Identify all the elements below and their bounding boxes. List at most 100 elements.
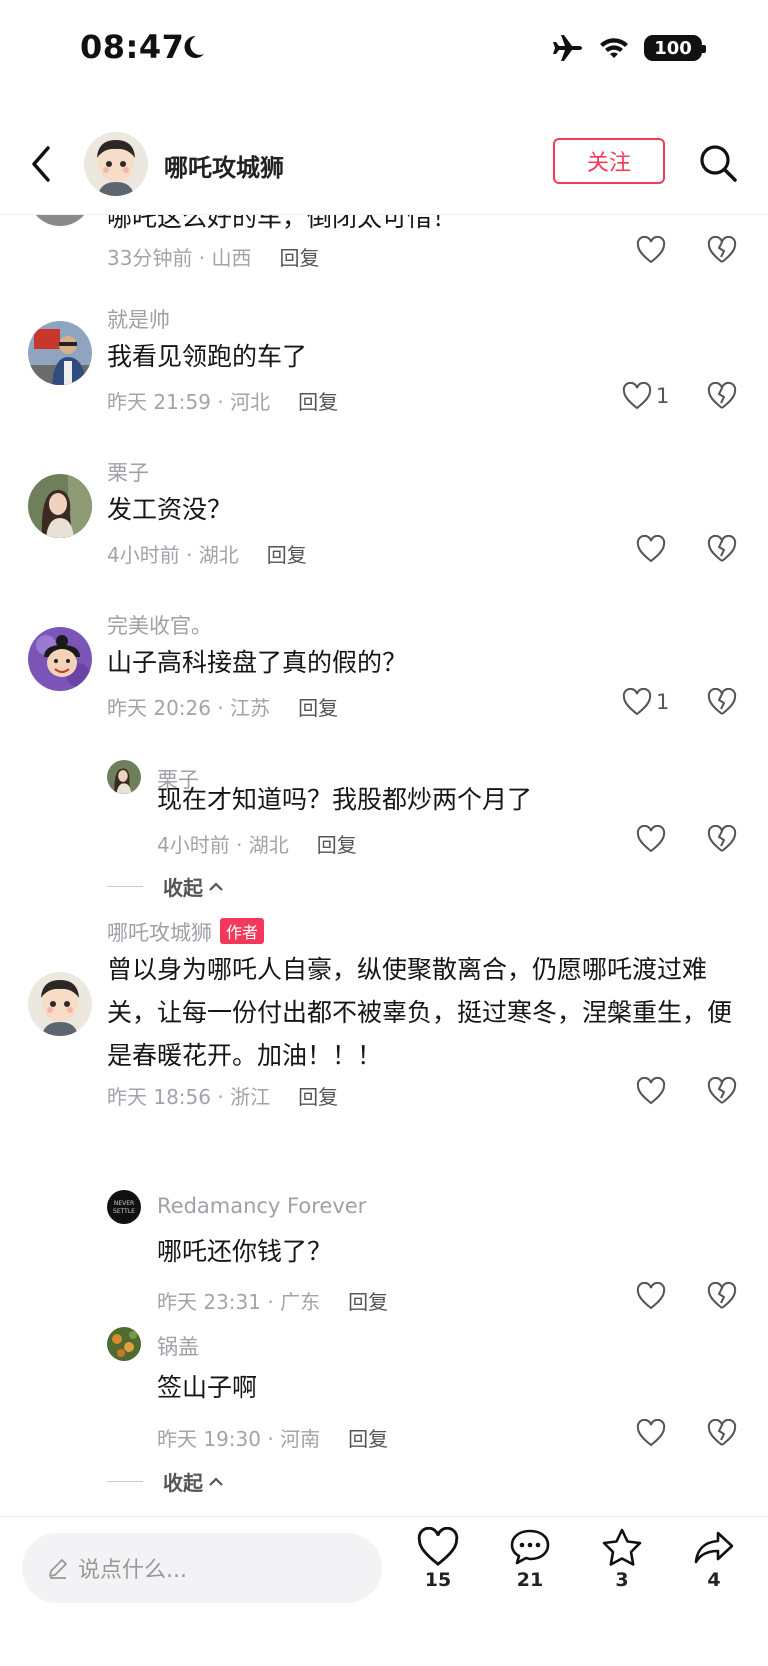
status-icons: 100	[552, 34, 706, 62]
comment-button[interactable]: 21	[500, 1527, 560, 1591]
heart-icon	[636, 1419, 666, 1447]
moon-icon	[184, 35, 204, 58]
follow-button[interactable]: 关注	[553, 138, 665, 184]
battery-indicator: 100	[644, 35, 706, 61]
username[interactable]: 就是帅	[107, 304, 170, 334]
comment-count: 21	[516, 1569, 544, 1591]
username[interactable]: 栗子	[107, 457, 149, 487]
like-button[interactable]	[636, 1282, 666, 1310]
reply-button[interactable]: 回复	[298, 696, 338, 720]
comment-meta: 33分钟前 · 山西 回复	[107, 242, 320, 271]
divider-line	[107, 886, 143, 887]
comment-input-placeholder: 说点什么...	[78, 1558, 187, 1583]
like-button[interactable]: 1	[622, 688, 669, 716]
username[interactable]: 完美收官。	[107, 610, 212, 640]
comment-meta: 4小时前 · 湖北 回复	[107, 539, 307, 568]
heart-icon	[636, 1077, 666, 1105]
heart-icon	[636, 535, 666, 563]
comment-icon	[510, 1529, 550, 1565]
pencil-icon	[49, 1559, 67, 1579]
comment-time-location: 4小时前 · 湖北	[107, 543, 239, 567]
comment-list[interactable]: 哪吒这么好的车，倒闭太可惜！ 33分钟前 · 山西 回复 就是帅 我看见领跑的车了…	[0, 214, 768, 1516]
like-post-button[interactable]: 15	[408, 1527, 468, 1591]
reply-button[interactable]: 回复	[267, 543, 307, 567]
like-button[interactable]	[636, 825, 666, 853]
like-button[interactable]: 1	[622, 382, 669, 410]
share-count: 4	[707, 1569, 721, 1591]
like-button[interactable]	[636, 236, 666, 264]
heart-icon	[636, 825, 666, 853]
star-icon	[602, 1528, 642, 1566]
username[interactable]: 哪吒攻城狮 作者	[107, 917, 265, 947]
author-badge: 作者	[220, 918, 265, 944]
broken-heart-icon[interactable]	[707, 1282, 737, 1310]
reply-button[interactable]: 回复	[280, 246, 320, 270]
broken-heart-icon[interactable]	[707, 1077, 737, 1105]
comment-time-location: 昨天 18:56 · 浙江	[107, 1085, 271, 1109]
broken-heart-icon[interactable]	[707, 688, 737, 716]
comment-meta: 昨天 21:59 · 河北 回复	[107, 386, 338, 415]
share-button[interactable]: 4	[684, 1527, 744, 1591]
broken-heart-icon[interactable]	[707, 825, 737, 853]
like-count: 15	[424, 1569, 452, 1591]
comment-text: 发工资没？	[107, 495, 233, 524]
comment-time-location: 昨天 20:26 · 江苏	[107, 696, 271, 720]
comment-text: 我看见领跑的车了	[107, 342, 308, 371]
heart-icon	[622, 382, 652, 410]
wifi-icon	[600, 38, 628, 58]
collapse-replies-button[interactable]: 收起	[107, 1467, 225, 1496]
comment-input[interactable]: 说点什么...	[22, 1533, 382, 1603]
username[interactable]: 锅盖	[157, 1331, 199, 1361]
author-name[interactable]: 哪吒攻城狮	[164, 148, 284, 183]
like-count: 1	[656, 690, 670, 714]
author-avatar[interactable]	[84, 132, 148, 196]
user-avatar[interactable]	[28, 627, 92, 691]
favorite-count: 3	[615, 1569, 629, 1591]
user-avatar[interactable]	[107, 760, 141, 794]
reply-button[interactable]: 回复	[298, 390, 338, 414]
user-avatar[interactable]	[107, 1327, 141, 1361]
comment-meta: 昨天 20:26 · 江苏 回复	[107, 692, 338, 721]
status-bar: 08:47 100	[0, 0, 768, 100]
collapse-label: 收起	[163, 1471, 203, 1495]
like-count: 1	[656, 384, 670, 408]
heart-icon	[417, 1527, 459, 1566]
username[interactable]: Redamancy Forever	[157, 1194, 366, 1218]
comment-time-location: 4小时前 · 湖北	[157, 833, 289, 857]
broken-heart-icon[interactable]	[707, 236, 737, 264]
like-button[interactable]	[636, 1077, 666, 1105]
reply-button[interactable]: 回复	[348, 1290, 388, 1314]
comment-meta: 昨天 18:56 · 浙江 回复	[107, 1081, 338, 1110]
heart-icon	[636, 1282, 666, 1310]
comment-text: 签山子啊	[157, 1373, 258, 1402]
favorite-button[interactable]: 3	[592, 1527, 652, 1591]
svg-text:NEVER: NEVER	[114, 1200, 134, 1207]
status-time: 08:47	[80, 28, 185, 66]
heart-icon	[636, 236, 666, 264]
user-avatar[interactable]	[28, 972, 92, 1036]
search-icon[interactable]	[698, 143, 738, 183]
user-avatar[interactable]	[28, 474, 92, 538]
user-avatar[interactable]	[28, 321, 92, 385]
share-icon	[694, 1531, 734, 1564]
heart-icon	[622, 688, 652, 716]
comment-text: 山子高科接盘了真的假的？	[107, 648, 408, 677]
like-button[interactable]	[636, 535, 666, 563]
broken-heart-icon[interactable]	[707, 382, 737, 410]
user-avatar[interactable]	[28, 214, 92, 226]
user-avatar[interactable]: NEVER SETTLE	[107, 1190, 141, 1224]
back-icon[interactable]	[30, 144, 54, 184]
comment-time-location: 昨天 21:59 · 河北	[107, 390, 271, 414]
comment-meta: 昨天 19:30 · 河南 回复	[157, 1423, 388, 1452]
reply-button[interactable]: 回复	[298, 1085, 338, 1109]
comment-time-location: 33分钟前 · 山西	[107, 246, 252, 270]
chevron-up-icon	[209, 881, 223, 891]
reply-button[interactable]: 回复	[348, 1427, 388, 1451]
airplane-icon	[553, 35, 582, 61]
collapse-replies-button[interactable]: 收起	[107, 872, 225, 901]
comment-text: 曾以身为哪吒人自豪，纵使聚散离合，仍愿哪吒渡过难关，让每一份付出都不被辜负，挺过…	[107, 955, 733, 1070]
broken-heart-icon[interactable]	[707, 1419, 737, 1447]
reply-button[interactable]: 回复	[317, 833, 357, 857]
like-button[interactable]	[636, 1419, 666, 1447]
broken-heart-icon[interactable]	[707, 535, 737, 563]
